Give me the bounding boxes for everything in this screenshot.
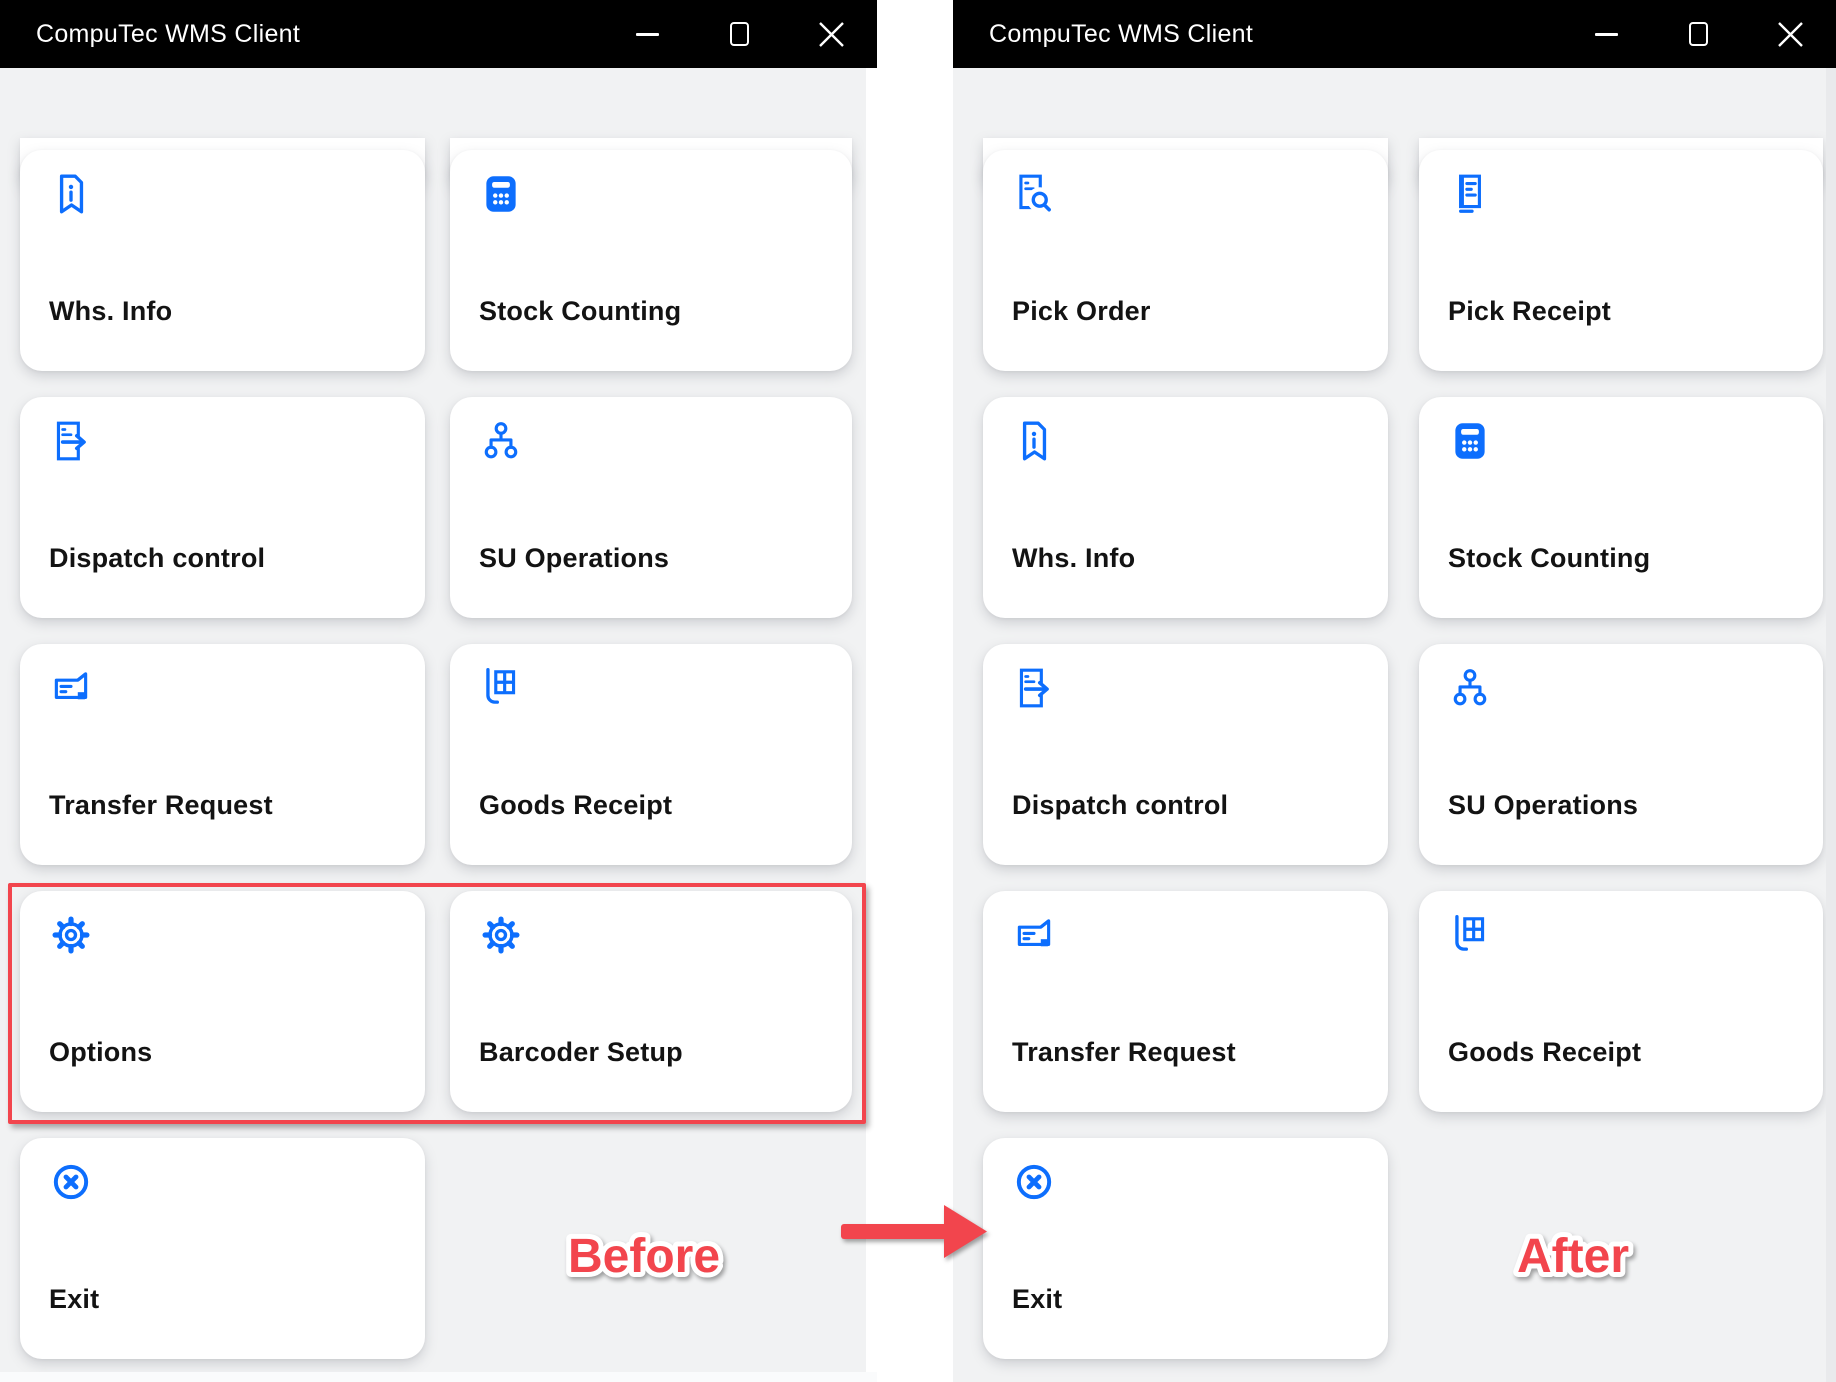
window-controls [601, 0, 877, 68]
gear-icon [478, 912, 524, 958]
window-title: CompuTec WMS Client [36, 20, 300, 49]
card-note-icon [48, 665, 94, 711]
close-button[interactable] [1744, 0, 1836, 68]
bookmark-info-icon [48, 171, 94, 217]
bookmark-info-icon [1011, 418, 1057, 464]
tile-pick-receipt[interactable]: Pick Receipt [1419, 150, 1823, 371]
page: { "colors": { "accent_blue": "#0d6efd", … [0, 0, 1836, 1382]
wms-client-window-after: CompuTec WMS Client Pick Order Pick Recei… [953, 0, 1836, 1382]
maximize-button[interactable] [693, 0, 785, 68]
tile-whs-info[interactable]: Whs. Info [983, 397, 1388, 618]
vertical-scrollbar[interactable] [1826, 68, 1836, 1382]
titlebar: CompuTec WMS Client [953, 0, 1836, 68]
tile-su-operations[interactable]: SU Operations [450, 397, 852, 618]
document-search-icon [1011, 171, 1057, 217]
tile-goods-receipt[interactable]: Goods Receipt [450, 644, 852, 865]
calculator-icon [478, 171, 524, 217]
tile-dispatch-control[interactable]: Dispatch control [983, 644, 1388, 865]
tile-pick-order[interactable]: Pick Order [983, 150, 1388, 371]
window-controls [1560, 0, 1836, 68]
window-title: CompuTec WMS Client [989, 20, 1253, 49]
calculator-icon [1447, 418, 1493, 464]
tile-stock-counting[interactable]: Stock Counting [450, 150, 852, 371]
vertical-scrollbar[interactable] [866, 68, 877, 1372]
tile-barcoder-setup[interactable]: Barcoder Setup [450, 891, 852, 1112]
close-button[interactable] [785, 0, 877, 68]
x-circle-icon [48, 1159, 94, 1205]
tile-label: Stock Counting [479, 296, 681, 327]
close-icon [1777, 21, 1804, 48]
tile-label: Pick Order [1012, 296, 1151, 327]
close-icon [818, 21, 845, 48]
maximize-button[interactable] [1652, 0, 1744, 68]
tile-label: Dispatch control [1012, 790, 1228, 821]
tile-label: Exit [49, 1284, 99, 1315]
tile-exit[interactable]: Exit [20, 1138, 425, 1359]
tile-label: Goods Receipt [1448, 1037, 1641, 1068]
tile-label: Exit [1012, 1284, 1062, 1315]
hierarchy-icon [478, 418, 524, 464]
tile-transfer-request[interactable]: Transfer Request [20, 644, 425, 865]
minimize-icon [636, 33, 659, 36]
window-bottom-edge [0, 1372, 877, 1382]
document-arrow-icon [1011, 665, 1057, 711]
tile-label: Whs. Info [49, 296, 172, 327]
tile-stock-counting[interactable]: Stock Counting [1419, 397, 1823, 618]
minimize-icon [1595, 33, 1618, 36]
tile-label: Stock Counting [1448, 543, 1650, 574]
tile-exit[interactable]: Exit [983, 1138, 1388, 1359]
tile-label: Barcoder Setup [479, 1037, 683, 1068]
tile-label: Transfer Request [1012, 1037, 1236, 1068]
tile-whs-info[interactable]: Whs. Info [20, 150, 425, 371]
tile-transfer-request[interactable]: Transfer Request [983, 891, 1388, 1112]
tile-label: SU Operations [479, 543, 669, 574]
tile-label: Goods Receipt [479, 790, 672, 821]
tile-options[interactable]: Options [20, 891, 425, 1112]
minimize-button[interactable] [1560, 0, 1652, 68]
tile-label: Options [49, 1037, 152, 1068]
tile-label: Whs. Info [1012, 543, 1135, 574]
tile-label: SU Operations [1448, 790, 1638, 821]
tile-goods-receipt[interactable]: Goods Receipt [1419, 891, 1823, 1112]
tile-grid: Pick Order Pick Receipt Whs. Info Stock Cou… [953, 68, 1836, 1382]
tile-su-operations[interactable]: SU Operations [1419, 644, 1823, 865]
receipt-icon [1447, 171, 1493, 217]
wms-client-window-before: CompuTec WMS Client Whs. Info Stock Count… [0, 0, 877, 1382]
tile-dispatch-control[interactable]: Dispatch control [20, 397, 425, 618]
hand-truck-icon [1447, 912, 1493, 958]
hierarchy-icon [1447, 665, 1493, 711]
card-note-icon [1011, 912, 1057, 958]
tile-label: Transfer Request [49, 790, 273, 821]
x-circle-icon [1011, 1159, 1057, 1205]
minimize-button[interactable] [601, 0, 693, 68]
gear-icon [48, 912, 94, 958]
tile-label: Dispatch control [49, 543, 265, 574]
maximize-icon [730, 22, 749, 46]
document-arrow-icon [48, 418, 94, 464]
hand-truck-icon [478, 665, 524, 711]
maximize-icon [1689, 22, 1708, 46]
titlebar: CompuTec WMS Client [0, 0, 877, 68]
tile-label: Pick Receipt [1448, 296, 1611, 327]
tile-grid: Whs. Info Stock Counting Dispatch control S… [0, 68, 877, 1382]
